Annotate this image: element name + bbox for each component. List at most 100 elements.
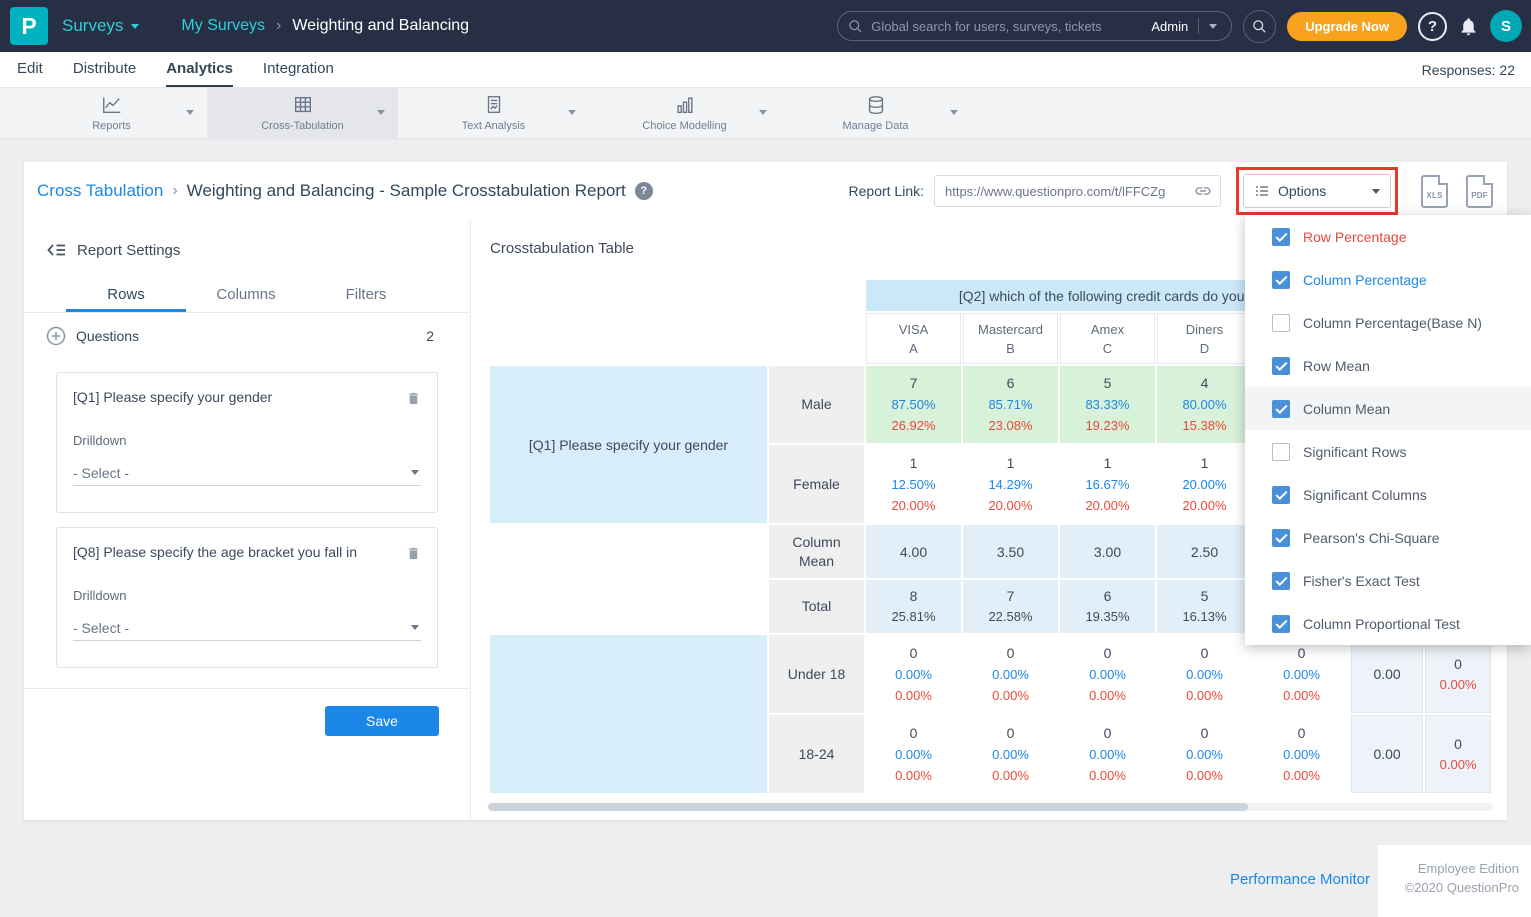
collapse-panel-icon[interactable]: [46, 240, 66, 260]
question-card-q1: [Q1] Please specify your gender Drilldow…: [56, 372, 438, 513]
document-chart-icon: [483, 94, 505, 116]
menu-item-significant-columns[interactable]: Significant Columns: [1245, 473, 1531, 516]
menu-item-pearsons-chi-square[interactable]: Pearson's Chi-Square: [1245, 516, 1531, 559]
tab-distribute[interactable]: Distribute: [73, 52, 136, 87]
breadcrumb-current: Weighting and Balancing: [292, 17, 469, 35]
upgrade-now-button[interactable]: Upgrade Now: [1287, 12, 1407, 41]
chevron-down-icon: [131, 24, 139, 29]
global-search-input[interactable]: [871, 19, 1145, 34]
help-button[interactable]: ?: [1418, 12, 1447, 41]
link-icon[interactable]: [1194, 182, 1212, 200]
report-url-input[interactable]: [945, 184, 1194, 199]
table-cell: 112.50%20.00%: [866, 445, 961, 523]
tool-cross-tabulation[interactable]: Cross-Tabulation: [207, 88, 398, 138]
responses-count[interactable]: Responses: 22: [1422, 62, 1515, 78]
options-button[interactable]: Options: [1243, 174, 1391, 208]
checkbox[interactable]: [1272, 400, 1290, 418]
user-avatar[interactable]: S: [1490, 10, 1522, 42]
cross-tabulation-breadcrumb-link[interactable]: Cross Tabulation: [37, 181, 163, 201]
chevron-down-icon[interactable]: [1209, 24, 1217, 29]
chevron-down-icon[interactable]: [377, 110, 385, 115]
menu-item-column-percentage[interactable]: Column Percentage: [1245, 258, 1531, 301]
menu-item-column-proportional-test[interactable]: Column Proportional Test: [1245, 602, 1531, 645]
row-label: Column Mean: [769, 525, 864, 578]
checkbox[interactable]: [1272, 357, 1290, 375]
settings-tabs: Rows Columns Filters: [24, 280, 470, 313]
tool-choice-modelling[interactable]: Choice Modelling: [589, 88, 780, 138]
notifications-bell-icon[interactable]: [1458, 16, 1479, 37]
breadcrumb-separator: ›: [276, 17, 281, 35]
global-search: Admin: [837, 11, 1232, 41]
delete-icon[interactable]: [406, 545, 421, 562]
horizontal-scrollbar[interactable]: [488, 803, 1493, 811]
row-question-cell: [490, 635, 767, 793]
menu-item-row-mean[interactable]: Row Mean: [1245, 344, 1531, 387]
table-cell: 00.00%0.00%: [1157, 635, 1252, 713]
menu-item-column-percentage-base-n[interactable]: Column Percentage(Base N): [1245, 301, 1531, 344]
breadcrumb-my-surveys[interactable]: My Surveys: [181, 17, 265, 35]
options-dropdown-menu: Row Percentage Column Percentage Column …: [1245, 215, 1531, 645]
help-icon[interactable]: ?: [635, 182, 653, 200]
drilldown-select[interactable]: - Select -: [73, 460, 421, 486]
tab-analytics[interactable]: Analytics: [166, 52, 233, 87]
export-xls-button[interactable]: XLS: [1421, 175, 1448, 208]
checkbox[interactable]: [1272, 615, 1290, 633]
table-cell: 0.00: [1351, 715, 1423, 793]
analytics-toolbar: Reports Cross-Tabulation Text Analysis C…: [0, 88, 1531, 139]
report-settings-panel: Report Settings Rows Columns Filters Que…: [24, 220, 470, 820]
save-button[interactable]: Save: [325, 706, 439, 736]
edition-info: Employee Edition ©2020 QuestionPro: [1378, 845, 1531, 917]
tool-manage-data[interactable]: Manage Data: [780, 88, 971, 138]
search-button[interactable]: [1243, 10, 1276, 43]
table-cell: 00.00%0.00%: [1157, 715, 1252, 793]
table-cell: 2.50: [1157, 525, 1252, 578]
delete-icon[interactable]: [406, 390, 421, 407]
scrollbar-thumb[interactable]: [488, 803, 1248, 811]
tab-integration[interactable]: Integration: [263, 52, 334, 87]
tab-rows[interactable]: Rows: [66, 280, 186, 312]
table-cell: 480.00%15.38%: [1157, 366, 1252, 443]
checkbox[interactable]: [1272, 271, 1290, 289]
questions-count: 2: [426, 328, 434, 344]
chevron-down-icon[interactable]: [568, 110, 576, 115]
add-question-icon[interactable]: [46, 326, 66, 346]
checkbox[interactable]: [1272, 486, 1290, 504]
drilldown-label: Drilldown: [73, 588, 421, 603]
export-pdf-button[interactable]: PDF: [1466, 175, 1493, 208]
chevron-down-icon[interactable]: [950, 110, 958, 115]
table-cell: 4.00: [866, 525, 961, 578]
chevron-down-icon[interactable]: [759, 110, 767, 115]
drilldown-select[interactable]: - Select -: [73, 615, 421, 641]
table-cell: 00.00%0.00%: [866, 635, 961, 713]
row-label: 18-24: [769, 715, 864, 793]
breadcrumb: My Surveys › Weighting and Balancing: [181, 17, 469, 35]
checkbox[interactable]: [1272, 228, 1290, 246]
drilldown-label: Drilldown: [73, 433, 421, 448]
chevron-down-icon[interactable]: [186, 110, 194, 115]
checkbox[interactable]: [1272, 443, 1290, 461]
table-cell: 3.50: [963, 525, 1058, 578]
menu-item-fishers-exact-test[interactable]: Fisher's Exact Test: [1245, 559, 1531, 602]
tab-filters[interactable]: Filters: [306, 280, 426, 312]
tool-text-analysis[interactable]: Text Analysis: [398, 88, 589, 138]
report-header: Cross Tabulation › Weighting and Balanci…: [24, 162, 1507, 220]
performance-monitor-link[interactable]: Performance Monitor: [1230, 871, 1370, 888]
tab-edit[interactable]: Edit: [17, 52, 43, 87]
menu-item-column-mean[interactable]: Column Mean: [1245, 387, 1531, 430]
table-cell: 120.00%20.00%: [1157, 445, 1252, 523]
checkbox[interactable]: [1272, 572, 1290, 590]
questionpro-logo[interactable]: P: [10, 7, 48, 45]
tool-reports[interactable]: Reports: [16, 88, 207, 138]
table-cell: 00.00%0.00%: [963, 635, 1058, 713]
menu-item-significant-rows[interactable]: Significant Rows: [1245, 430, 1531, 473]
menu-item-row-percentage[interactable]: Row Percentage: [1245, 215, 1531, 258]
tab-columns[interactable]: Columns: [186, 280, 306, 312]
checkbox[interactable]: [1272, 529, 1290, 547]
checkbox[interactable]: [1272, 314, 1290, 332]
table-icon: [292, 94, 314, 116]
search-scope-admin[interactable]: Admin: [1151, 19, 1188, 34]
product-switcher[interactable]: Surveys: [62, 16, 139, 36]
table-cell: 114.29%20.00%: [963, 445, 1058, 523]
questions-label: Questions: [76, 328, 139, 344]
table-cell: 787.50%26.92%: [866, 366, 961, 443]
